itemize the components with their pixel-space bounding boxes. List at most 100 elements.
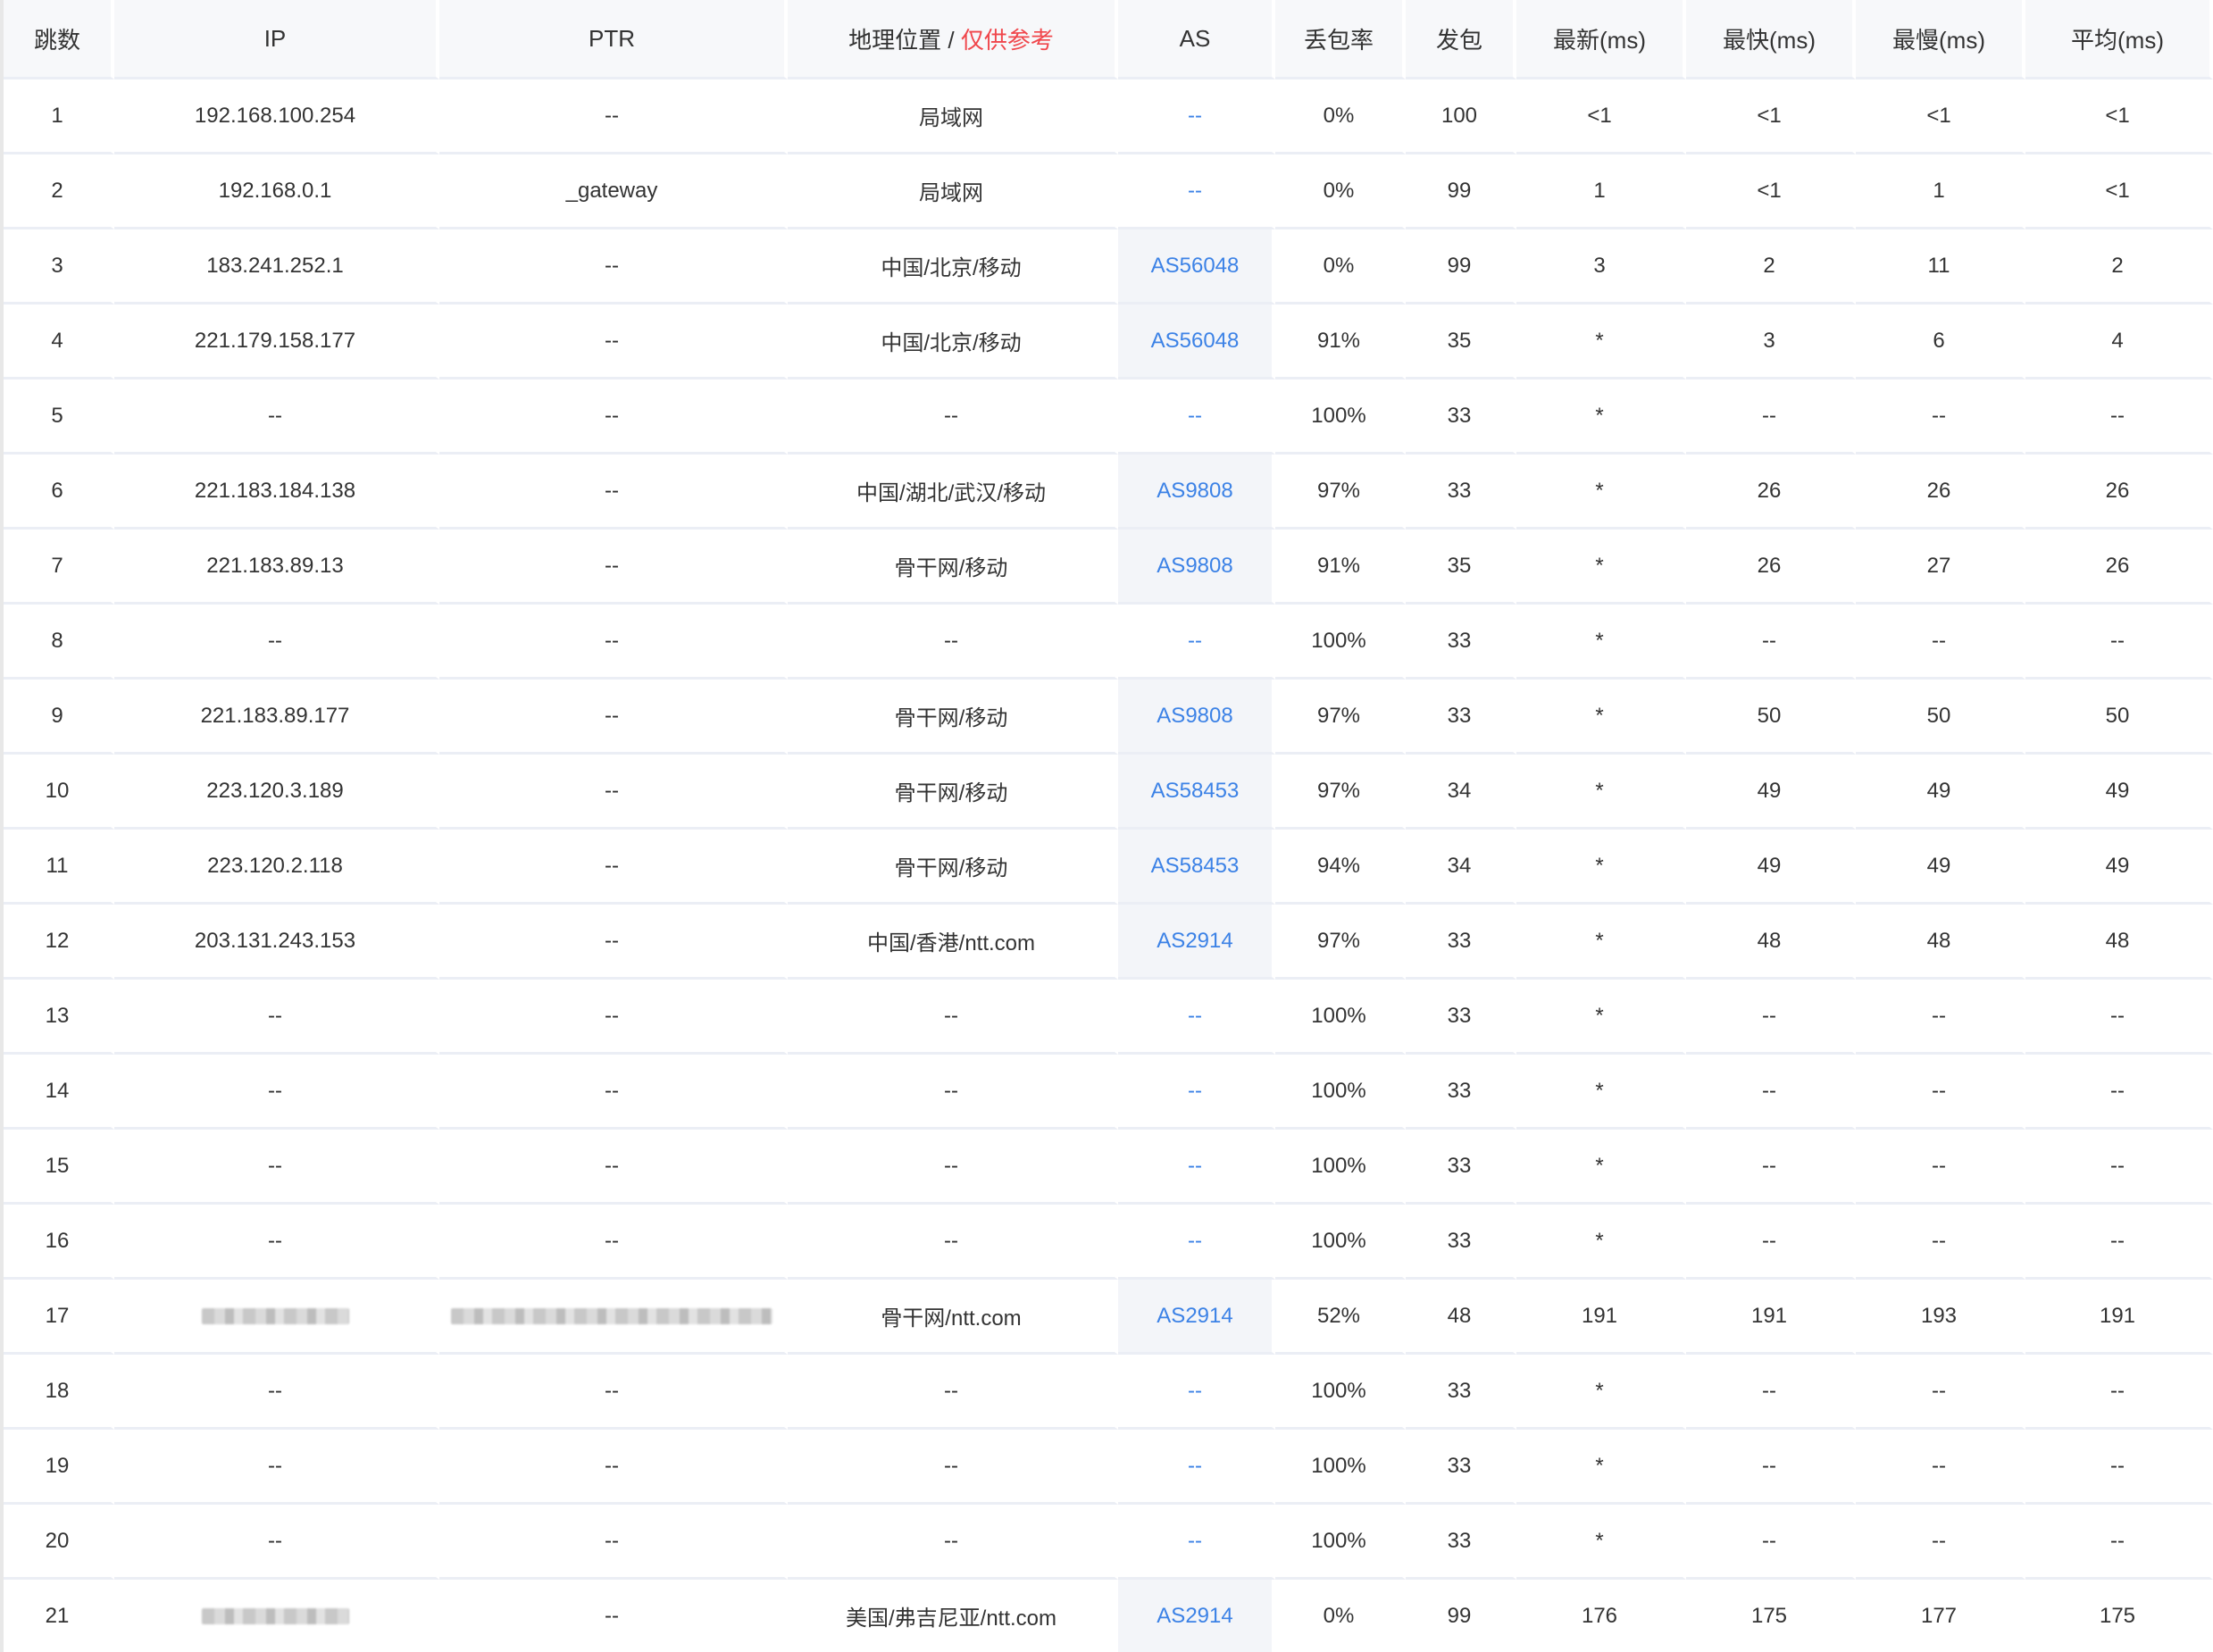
last-cell: * (1516, 905, 1686, 980)
ip-cell: 221.183.89.13 (114, 530, 439, 605)
as-link[interactable]: AS2914 (1118, 1580, 1275, 1652)
worst-cell: 193 (1856, 1280, 2025, 1355)
best-cell: -- (1686, 1130, 1856, 1205)
sent-cell: 100 (1406, 79, 1516, 154)
as-link[interactable]: AS9808 (1118, 680, 1275, 755)
as-link[interactable]: AS58453 (1118, 755, 1275, 830)
sent-cell: 33 (1406, 1430, 1516, 1505)
as-link[interactable]: AS2914 (1118, 1280, 1275, 1355)
last-cell: * (1516, 830, 1686, 905)
best-cell: <1 (1686, 79, 1856, 154)
ip-cell: -- (114, 980, 439, 1055)
loss-cell: 100% (1275, 1505, 1406, 1580)
table-row[interactable]: 19 -- -- -- -- 100% 33 * -- -- -- (4, 1430, 2213, 1505)
hop-cell: 2 (4, 154, 114, 229)
best-cell: 26 (1686, 455, 1856, 530)
table-row[interactable]: 17 骨干网/ntt.com AS2914 52% 48 191 191 193 191 (4, 1280, 2213, 1355)
as-link[interactable]: AS9808 (1118, 455, 1275, 530)
as-cell: -- (1118, 605, 1275, 680)
as-link[interactable]: AS2914 (1118, 905, 1275, 980)
table-row[interactable]: 16 -- -- -- -- 100% 33 * -- -- -- (4, 1205, 2213, 1280)
last-cell: * (1516, 605, 1686, 680)
table-row[interactable]: 9 221.183.89.177 -- 骨干网/移动 AS9808 97% 33 * 50 50 5… (4, 680, 2213, 755)
ptr-cell: -- (439, 79, 788, 154)
header-ptr[interactable]: PTR (439, 0, 788, 79)
avg-cell: -- (2025, 1430, 2213, 1505)
sent-cell: 33 (1406, 455, 1516, 530)
as-link[interactable]: AS56048 (1118, 305, 1275, 380)
geo-cell: -- (788, 1505, 1118, 1580)
header-as[interactable]: AS (1118, 0, 1275, 79)
avg-cell: -- (2025, 1355, 2213, 1430)
sent-cell: 33 (1406, 1205, 1516, 1280)
as-cell: -- (1118, 1205, 1275, 1280)
hop-cell: 9 (4, 680, 114, 755)
last-cell: * (1516, 680, 1686, 755)
ip-cell (114, 1580, 439, 1652)
best-cell: 48 (1686, 905, 1856, 980)
header-geo[interactable]: 地理位置 / 仅供参考 (788, 0, 1118, 79)
header-avg[interactable]: 平均(ms) (2025, 0, 2213, 79)
as-cell: -- (1118, 1430, 1275, 1505)
ip-cell: 203.131.243.153 (114, 905, 439, 980)
hop-cell: 15 (4, 1130, 114, 1205)
ptr-cell: -- (439, 1055, 788, 1130)
as-cell: -- (1118, 1355, 1275, 1430)
avg-cell: -- (2025, 1205, 2213, 1280)
best-cell: -- (1686, 380, 1856, 455)
table-row[interactable]: 8 -- -- -- -- 100% 33 * -- -- -- (4, 605, 2213, 680)
avg-cell: 49 (2025, 755, 2213, 830)
geo-cell: 骨干网/ntt.com (788, 1280, 1118, 1355)
table-row[interactable]: 21 -- 美国/弗吉尼亚/ntt.com AS2914 0% 99 176 175 177 17… (4, 1580, 2213, 1652)
table-row[interactable]: 4 221.179.158.177 -- 中国/北京/移动 AS56048 91% 35 * 3… (4, 305, 2213, 380)
ptr-cell: -- (439, 1505, 788, 1580)
header-hop[interactable]: 跳数 (4, 0, 114, 79)
table-row[interactable]: 12 203.131.243.153 -- 中国/香港/ntt.com AS2914 97… (4, 905, 2213, 980)
ip-cell: 221.183.184.138 (114, 455, 439, 530)
table-row[interactable]: 20 -- -- -- -- 100% 33 * -- -- -- (4, 1505, 2213, 1580)
loss-cell: 0% (1275, 1580, 1406, 1652)
hop-cell: 3 (4, 229, 114, 305)
table-row[interactable]: 14 -- -- -- -- 100% 33 * -- -- -- (4, 1055, 2213, 1130)
table-row[interactable]: 1 192.168.100.254 -- 局域网 -- 0% 100 <1 <1 <1 <1 (4, 79, 2213, 154)
avg-cell: -- (2025, 1130, 2213, 1205)
table-header-row: 跳数 IP PTR 地理位置 / 仅供参考 AS 丢包率 发包 最新(ms) 最… (4, 0, 2213, 79)
avg-cell: 50 (2025, 680, 2213, 755)
sent-cell: 33 (1406, 1355, 1516, 1430)
table-row[interactable]: 6 221.183.184.138 -- 中国/湖北/武汉/移动 AS9808 97% 33… (4, 455, 2213, 530)
sent-cell: 33 (1406, 680, 1516, 755)
avg-cell: 175 (2025, 1580, 2213, 1652)
table-row[interactable]: 11 223.120.2.118 -- 骨干网/移动 AS58453 94% 34 * 49 49… (4, 830, 2213, 905)
table-row[interactable]: 10 223.120.3.189 -- 骨干网/移动 AS58453 97% 34 * 49 49… (4, 755, 2213, 830)
loss-cell: 100% (1275, 1130, 1406, 1205)
ptr-cell: _gateway (439, 154, 788, 229)
table-row[interactable]: 18 -- -- -- -- 100% 33 * -- -- -- (4, 1355, 2213, 1430)
as-cell: -- (1118, 980, 1275, 1055)
best-cell: 191 (1686, 1280, 1856, 1355)
as-link[interactable]: AS58453 (1118, 830, 1275, 905)
header-sent[interactable]: 发包 (1406, 0, 1516, 79)
worst-cell: 27 (1856, 530, 2025, 605)
avg-cell: 26 (2025, 455, 2213, 530)
loss-cell: 94% (1275, 830, 1406, 905)
header-best[interactable]: 最快(ms) (1686, 0, 1856, 79)
header-last[interactable]: 最新(ms) (1516, 0, 1686, 79)
geo-cell: 局域网 (788, 79, 1118, 154)
table-row[interactable]: 7 221.183.89.13 -- 骨干网/移动 AS9808 91% 35 * 26 27 26 (4, 530, 2213, 605)
last-cell: * (1516, 530, 1686, 605)
header-loss[interactable]: 丢包率 (1275, 0, 1406, 79)
ptr-cell (439, 1280, 788, 1355)
ptr-cell: -- (439, 905, 788, 980)
table-row[interactable]: 5 -- -- -- -- 100% 33 * -- -- -- (4, 380, 2213, 455)
worst-cell: 6 (1856, 305, 2025, 380)
as-link[interactable]: AS56048 (1118, 229, 1275, 305)
as-link[interactable]: AS9808 (1118, 530, 1275, 605)
ptr-cell: -- (439, 1130, 788, 1205)
header-worst[interactable]: 最慢(ms) (1856, 0, 2025, 79)
header-ip[interactable]: IP (114, 0, 439, 79)
table-row[interactable]: 15 -- -- -- -- 100% 33 * -- -- -- (4, 1130, 2213, 1205)
loss-cell: 97% (1275, 680, 1406, 755)
table-row[interactable]: 13 -- -- -- -- 100% 33 * -- -- -- (4, 980, 2213, 1055)
table-row[interactable]: 3 183.241.252.1 -- 中国/北京/移动 AS56048 0% 99 3 2 11 2 (4, 229, 2213, 305)
table-row[interactable]: 2 192.168.0.1 _gateway 局域网 -- 0% 99 1 <1 1 <1 (4, 154, 2213, 229)
